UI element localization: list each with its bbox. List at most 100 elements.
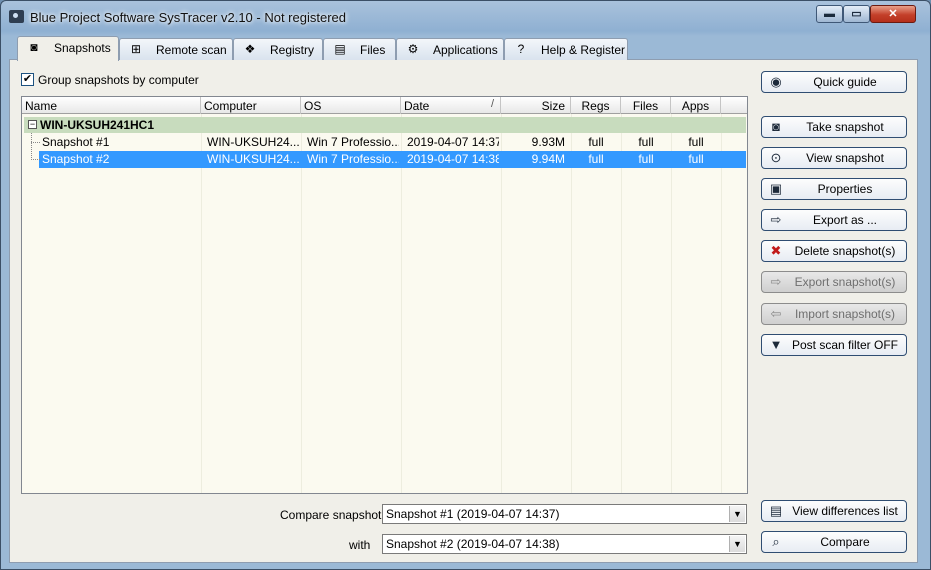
table-row[interactable]: Snapshot #1 WIN-UKSUH24... Win 7 Profess… bbox=[22, 134, 747, 151]
post-scan-filter-button[interactable]: ▼ Post scan filter OFF bbox=[761, 334, 907, 356]
applications-icon: ⚙ bbox=[407, 42, 419, 56]
compare-snapshot-label: Compare snapshot bbox=[280, 508, 382, 522]
button-label: Export as ... bbox=[812, 213, 878, 227]
view-snapshot-button[interactable]: ⊙ View snapshot bbox=[761, 147, 907, 169]
chevron-down-icon[interactable]: ▼ bbox=[729, 536, 745, 552]
cell-computer: WIN-UKSUH24... bbox=[207, 152, 299, 166]
column-divider bbox=[201, 114, 202, 493]
properties-icon: ▣ bbox=[769, 181, 783, 196]
column-divider bbox=[621, 114, 622, 493]
export-snapshot-button[interactable]: ⇨ Export snapshot(s) bbox=[761, 271, 907, 293]
column-divider bbox=[301, 114, 302, 493]
export-icon: ⇨ bbox=[770, 212, 782, 227]
view-differences-button[interactable]: ▤ View differences list bbox=[761, 500, 907, 522]
filter-icon: ▼ bbox=[769, 337, 783, 352]
compare-button[interactable]: ⌕ Compare bbox=[761, 531, 907, 553]
button-label: Quick guide bbox=[813, 75, 877, 89]
compare-snapshot-value: Snapshot #1 (2019-04-07 14:37) bbox=[386, 507, 560, 521]
col-header-computer[interactable]: Computer bbox=[201, 97, 301, 114]
cell-regs: full bbox=[588, 135, 604, 149]
cell-date: 2019-04-07 14:37 bbox=[407, 135, 499, 149]
tab-registry[interactable]: ❖ Registry bbox=[233, 38, 323, 60]
button-label: Post scan filter OFF bbox=[791, 338, 899, 352]
maximize-button[interactable]: ▭ bbox=[843, 5, 870, 23]
button-label: View differences list bbox=[792, 504, 898, 518]
tab-label: Snapshots bbox=[54, 41, 111, 55]
cell-size: 9.94M bbox=[531, 152, 565, 166]
computer-group-row[interactable]: − WIN-UKSUH241HC1 bbox=[24, 117, 746, 133]
column-divider bbox=[671, 114, 672, 493]
files-icon: ▤ bbox=[334, 42, 346, 56]
help-icon: ? bbox=[517, 42, 525, 56]
tab-label: Files bbox=[360, 43, 386, 57]
cell-size: 9.93M bbox=[531, 135, 565, 149]
column-divider bbox=[571, 114, 572, 493]
cell-regs: full bbox=[588, 152, 604, 166]
snapshot-list[interactable]: Name Computer OS Date / Size Regs Files … bbox=[21, 96, 748, 494]
tab-label: Registry bbox=[270, 43, 315, 57]
button-label: Compare bbox=[820, 535, 870, 549]
window-title: Blue Project Software SysTracer v2.10 - … bbox=[30, 10, 346, 25]
quick-guide-button[interactable]: ◉ Quick guide bbox=[761, 71, 907, 93]
button-label: Delete snapshot(s) bbox=[794, 244, 896, 258]
app-window: Blue Project Software SysTracer v2.10 - … bbox=[0, 0, 931, 570]
button-label: Properties bbox=[817, 182, 873, 196]
cell-apps: full bbox=[688, 152, 704, 166]
with-snapshot-value: Snapshot #2 (2019-04-07 14:38) bbox=[386, 537, 560, 551]
column-divider bbox=[721, 114, 722, 493]
compare-snapshot-select[interactable]: Snapshot #1 (2019-04-07 14:37) ▼ bbox=[382, 504, 747, 524]
group-by-computer-checkbox[interactable]: ✔ bbox=[21, 73, 34, 86]
button-label: Export snapshot(s) bbox=[794, 275, 896, 289]
tab-applications[interactable]: ⚙ Applications bbox=[396, 38, 504, 60]
col-header-apps[interactable]: Apps bbox=[671, 97, 721, 114]
app-camera-icon bbox=[9, 10, 24, 23]
registry-icon: ❖ bbox=[244, 42, 256, 56]
col-header-name[interactable]: Name bbox=[22, 97, 201, 114]
tab-files[interactable]: ▤ Files bbox=[323, 38, 396, 60]
delete-snapshot-icon: ✖ bbox=[770, 243, 782, 258]
sort-indicator-icon: / bbox=[490, 98, 494, 110]
chevron-down-icon[interactable]: ▼ bbox=[729, 506, 745, 522]
col-header-size[interactable]: Size bbox=[501, 97, 571, 114]
tab-label: Applications bbox=[433, 43, 498, 57]
tab-remote-scan[interactable]: ⊞ Remote scan bbox=[119, 38, 233, 60]
col-header-date[interactable]: Date / bbox=[401, 97, 501, 114]
with-label: with bbox=[349, 538, 371, 552]
tab-label: Help & Register bbox=[541, 43, 626, 57]
collapse-toggle-icon[interactable]: − bbox=[28, 120, 37, 129]
button-label: View snapshot bbox=[806, 151, 884, 165]
view-snapshot-icon: ⊙ bbox=[770, 150, 782, 165]
group-by-computer-label: Group snapshots by computer bbox=[38, 73, 199, 87]
minimize-button[interactable]: ▬ bbox=[816, 5, 843, 23]
take-snapshot-button[interactable]: ◙ Take snapshot bbox=[761, 116, 907, 138]
close-button[interactable]: ✕ bbox=[870, 5, 916, 23]
camera-icon: ◙ bbox=[772, 119, 780, 134]
differences-icon: ▤ bbox=[769, 503, 783, 518]
properties-button[interactable]: ▣ Properties bbox=[761, 178, 907, 200]
button-label: Import snapshot(s) bbox=[794, 307, 896, 321]
table-row-selected[interactable]: Snapshot #2 WIN-UKSUH24... Win 7 Profess… bbox=[22, 151, 747, 168]
button-label: Take snapshot bbox=[806, 120, 884, 134]
export-snapshot-icon: ⇨ bbox=[770, 274, 782, 289]
cell-computer: WIN-UKSUH24... bbox=[207, 135, 299, 149]
cell-date: 2019-04-07 14:38 bbox=[407, 152, 499, 166]
import-snapshot-button[interactable]: ⇦ Import snapshot(s) bbox=[761, 303, 907, 325]
col-header-regs[interactable]: Regs bbox=[571, 97, 621, 114]
col-header-os[interactable]: OS bbox=[301, 97, 401, 114]
guide-icon: ◉ bbox=[770, 74, 782, 89]
cell-os: Win 7 Professio... bbox=[307, 152, 399, 166]
cell-name: Snapshot #2 bbox=[42, 152, 110, 166]
with-snapshot-select[interactable]: Snapshot #2 (2019-04-07 14:38) ▼ bbox=[382, 534, 747, 554]
title-bar[interactable]: Blue Project Software SysTracer v2.10 - … bbox=[1, 1, 930, 33]
col-header-date-label: Date bbox=[404, 99, 430, 113]
column-divider bbox=[401, 114, 402, 493]
list-header: Name Computer OS Date / Size Regs Files … bbox=[22, 97, 747, 114]
export-as-button[interactable]: ⇨ Export as ... bbox=[761, 209, 907, 231]
column-divider bbox=[501, 114, 502, 493]
cell-files: full bbox=[638, 152, 654, 166]
delete-snapshot-button[interactable]: ✖ Delete snapshot(s) bbox=[761, 240, 907, 262]
tab-help-register[interactable]: ? Help & Register bbox=[504, 38, 628, 60]
cell-name: Snapshot #1 bbox=[42, 135, 110, 149]
col-header-files[interactable]: Files bbox=[621, 97, 671, 114]
tab-snapshots[interactable]: ◙ Snapshots bbox=[17, 36, 119, 61]
